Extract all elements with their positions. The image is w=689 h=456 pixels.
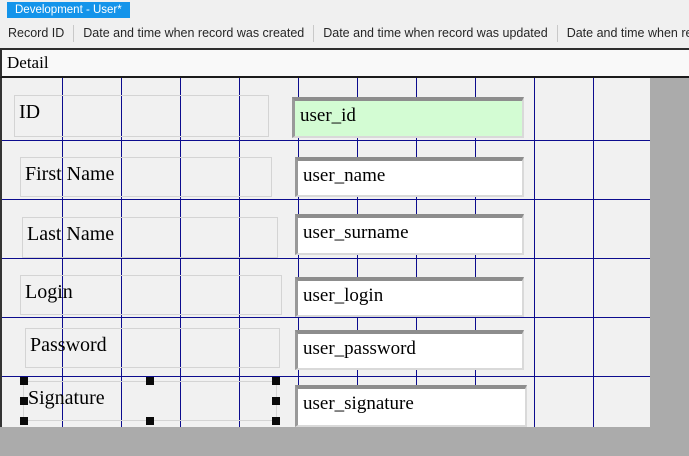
toolbar-item-record-id[interactable]: Record ID bbox=[8, 26, 64, 40]
field-user-signature[interactable]: user_signature bbox=[295, 385, 527, 427]
field-user-surname[interactable]: user_surname bbox=[295, 214, 524, 255]
label-login[interactable]: Login bbox=[20, 275, 282, 315]
toolbar-item-record-created[interactable]: Date and time when record was created bbox=[83, 26, 304, 40]
selection-handle[interactable] bbox=[20, 397, 28, 405]
field-user-login[interactable]: user_login bbox=[295, 277, 524, 317]
selection-handle[interactable] bbox=[146, 417, 154, 425]
toolbar-separator bbox=[313, 25, 314, 42]
label-password[interactable]: Password bbox=[25, 328, 280, 368]
design-surface-grid[interactable]: ID user_id First Name user_name Last Nam… bbox=[0, 78, 650, 427]
selection-handle[interactable] bbox=[272, 377, 280, 385]
tab-bar: Development - User* bbox=[0, 0, 689, 18]
selection-handle[interactable] bbox=[272, 397, 280, 405]
selection-handle[interactable] bbox=[20, 377, 28, 385]
field-toolbar: Record ID Date and time when record was … bbox=[0, 18, 689, 48]
band-header-detail[interactable]: Detail bbox=[0, 48, 689, 78]
toolbar-item-record-updated[interactable]: Date and time when record was updated bbox=[323, 26, 547, 40]
label-id[interactable]: ID bbox=[14, 95, 269, 137]
selection-handle[interactable] bbox=[272, 417, 280, 425]
label-signature-text: Signature bbox=[28, 387, 105, 409]
label-signature-selected[interactable]: Signature bbox=[23, 381, 277, 421]
toolbar-separator bbox=[557, 25, 558, 42]
selection-handle[interactable] bbox=[146, 377, 154, 385]
designer-workspace: ID user_id First Name user_name Last Nam… bbox=[0, 78, 689, 456]
tab-development-user[interactable]: Development - User* bbox=[7, 2, 130, 18]
toolbar-separator bbox=[73, 25, 74, 42]
field-user-password[interactable]: user_password bbox=[295, 330, 524, 370]
field-user-name[interactable]: user_name bbox=[295, 157, 524, 197]
form-designer-window: Development - User* Record ID Date and t… bbox=[0, 0, 689, 456]
selection-handle[interactable] bbox=[20, 417, 28, 425]
label-first-name[interactable]: First Name bbox=[20, 157, 272, 197]
toolbar-item-record-clipped[interactable]: Date and time when record w bbox=[567, 26, 689, 40]
field-user-id[interactable]: user_id bbox=[292, 97, 524, 138]
label-last-name[interactable]: Last Name bbox=[22, 217, 278, 258]
